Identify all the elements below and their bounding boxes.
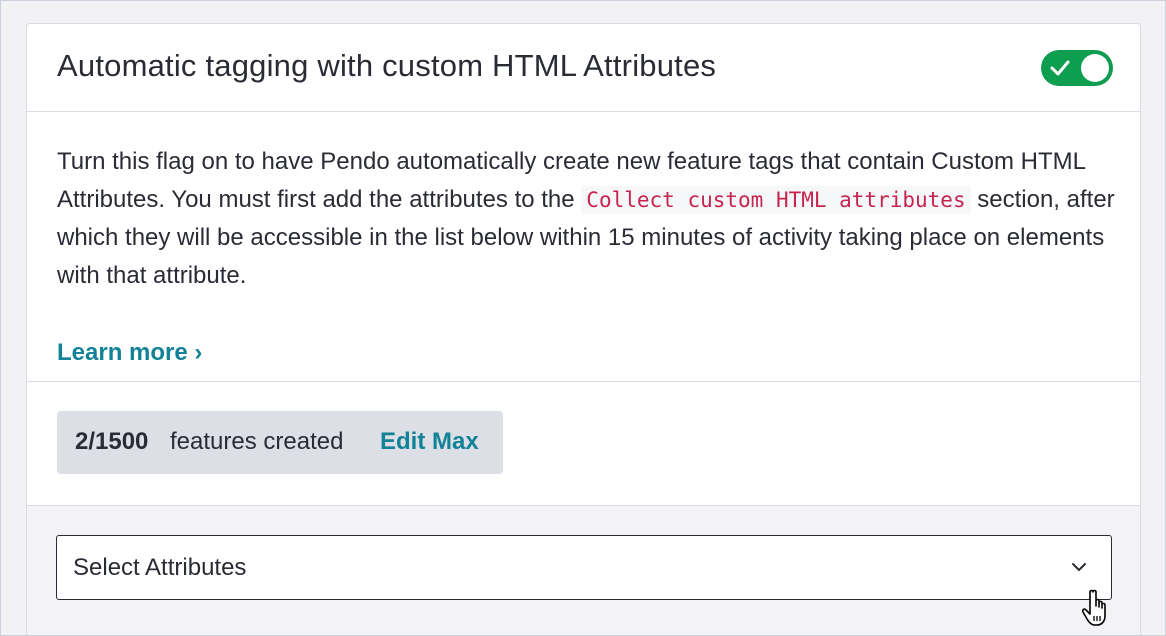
- learn-more-link[interactable]: Learn more ›: [57, 339, 202, 367]
- settings-card: Automatic tagging with custom HTML Attri…: [26, 23, 1141, 635]
- page-frame: Automatic tagging with custom HTML Attri…: [0, 0, 1166, 636]
- description-section: Turn this flag on to have Pendo automati…: [27, 112, 1140, 382]
- features-count-label: features created: [170, 428, 344, 455]
- description-text: Turn this flag on to have Pendo automati…: [57, 143, 1117, 295]
- card-header: Automatic tagging with custom HTML Attri…: [27, 24, 1140, 112]
- auto-tagging-toggle[interactable]: [1041, 50, 1113, 86]
- select-attributes-dropdown[interactable]: Select Attributes: [56, 535, 1112, 600]
- edit-max-button[interactable]: Edit Max: [380, 428, 479, 456]
- check-icon: [1050, 60, 1070, 76]
- hand-pointer-cursor-icon: [1081, 589, 1106, 626]
- attributes-select-section: Select Attributes: [27, 506, 1140, 635]
- features-count-section: 2/1500 features created Edit Max: [27, 382, 1140, 506]
- chevron-down-icon: [1072, 563, 1086, 571]
- toggle-knob: [1081, 54, 1109, 82]
- collect-attributes-code: Collect custom HTML attributes: [581, 186, 971, 214]
- features-count-badge: 2/1500 features created Edit Max: [57, 411, 503, 474]
- features-count-value: 2/1500: [75, 428, 149, 455]
- select-attributes-placeholder: Select Attributes: [73, 554, 247, 581]
- card-title: Automatic tagging with custom HTML Attri…: [57, 48, 717, 83]
